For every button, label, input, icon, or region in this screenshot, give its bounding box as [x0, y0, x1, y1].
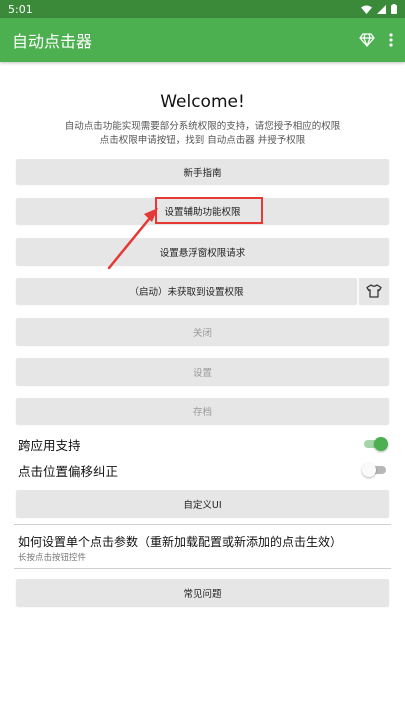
overlay-permission-button[interactable]: 设置悬浮窗权限请求	[16, 238, 389, 265]
settings-button[interactable]: 设置	[16, 358, 389, 385]
cross-app-switch[interactable]	[362, 437, 388, 451]
highlight-box	[155, 197, 263, 224]
cross-app-label: 跨应用支持	[18, 437, 81, 453]
pointer-arrow	[107, 208, 158, 270]
app-bar: 自动点击器	[0, 18, 405, 62]
status-time: 5:01	[8, 2, 33, 16]
wifi-icon	[361, 5, 372, 14]
diamond-icon[interactable]	[359, 33, 375, 47]
description-line-1: 自动点击功能实现需要部分系统权限的支持，请您授予相应的权限	[64, 121, 341, 132]
battery-icon	[391, 4, 397, 14]
status-bar: 5:01	[0, 0, 405, 18]
click-params-subtitle: 长按点击按钮控件	[18, 553, 87, 563]
offset-switch[interactable]	[362, 463, 388, 477]
guide-button[interactable]: 新手指南	[16, 159, 389, 184]
divider	[14, 524, 391, 525]
more-vert-icon[interactable]	[389, 33, 393, 47]
save-button[interactable]: 存档	[16, 398, 389, 424]
description-line-2: 点击权限申请按钮，找到 自动点击器 并授予权限	[99, 135, 306, 146]
toggle-row-offset: 点击位置偏移纠正	[18, 461, 388, 479]
status-icons	[361, 4, 397, 14]
divider	[14, 568, 391, 569]
shirt-icon	[366, 284, 382, 298]
click-params-title[interactable]: 如何设置单个点击参数（重新加载配置或新添加的点击生效）	[18, 533, 342, 550]
custom-ui-button[interactable]: 自定义UI	[16, 490, 389, 517]
toggle-row-cross-app: 跨应用支持	[18, 435, 388, 453]
close-button[interactable]: 关闭	[16, 318, 389, 345]
offset-label: 点击位置偏移纠正	[18, 463, 119, 479]
signal-icon	[377, 4, 386, 14]
faq-button[interactable]: 常见问题	[16, 579, 389, 606]
welcome-title: Welcome!	[160, 92, 245, 112]
welcome-description: 自动点击功能实现需要部分系统权限的支持，请您授予相应的权限 点击权限申请按钮，找…	[40, 120, 365, 148]
shirt-button[interactable]	[359, 278, 389, 304]
start-button[interactable]: （启动）未获取到设置权限	[16, 278, 357, 304]
app-title: 自动点击器	[12, 32, 93, 51]
